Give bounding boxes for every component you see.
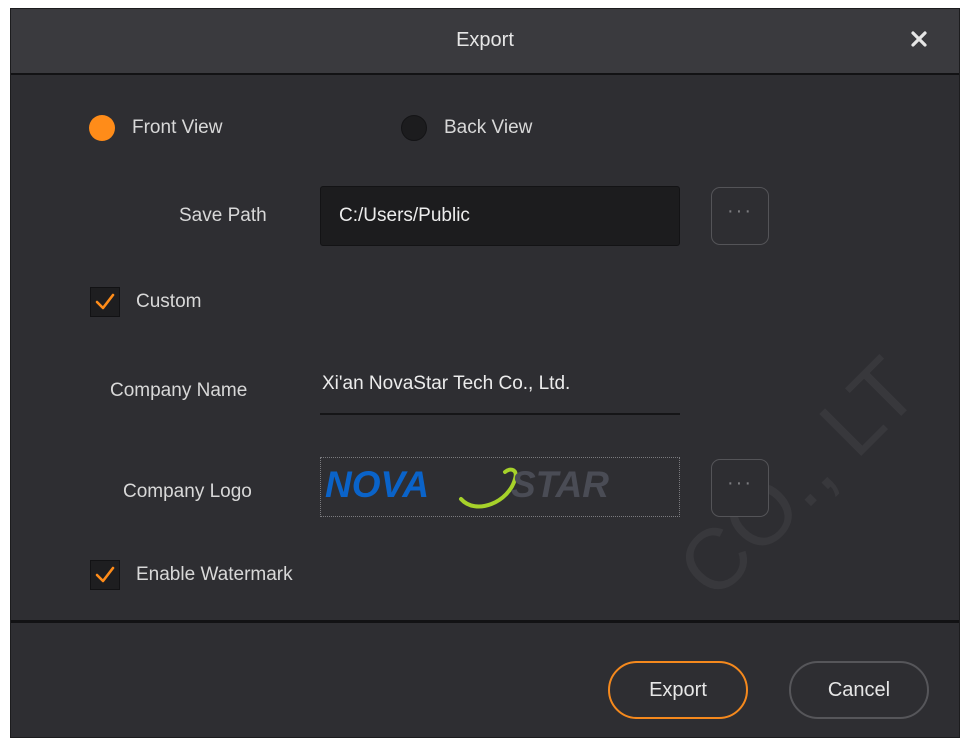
save-path-input[interactable]: C:/Users/Public bbox=[320, 186, 680, 246]
close-button[interactable] bbox=[905, 25, 933, 53]
enable-watermark-label: Enable Watermark bbox=[136, 564, 293, 585]
save-path-label: Save Path bbox=[179, 205, 267, 226]
save-path-browse-button[interactable]: ··· bbox=[711, 187, 769, 245]
save-path-value: C:/Users/Public bbox=[339, 205, 470, 226]
dialog-title: Export bbox=[456, 29, 514, 51]
custom-checkbox[interactable]: Custom bbox=[90, 286, 201, 318]
background-watermark: CO., LT bbox=[659, 340, 937, 617]
dialog-titlebar: Export bbox=[11, 9, 959, 75]
custom-label: Custom bbox=[136, 291, 202, 312]
company-logo-preview[interactable]: NOVA STAR bbox=[320, 457, 680, 517]
company-name-input[interactable]: Xi'an NovaStar Tech Co., Ltd. bbox=[320, 373, 680, 415]
company-logo-label: Company Logo bbox=[123, 481, 252, 502]
footer-divider bbox=[11, 620, 959, 623]
novastar-logo: NOVA STAR bbox=[325, 464, 609, 509]
front-view-radio[interactable]: Front View bbox=[89, 113, 222, 143]
checkmark-icon bbox=[95, 293, 115, 310]
cancel-button[interactable]: Cancel bbox=[789, 661, 929, 719]
back-view-label: Back View bbox=[444, 117, 533, 138]
svg-text:STAR: STAR bbox=[511, 464, 609, 505]
close-icon bbox=[911, 31, 927, 47]
enable-watermark-checkbox[interactable]: Enable Watermark bbox=[90, 559, 293, 591]
svg-text:NOVA: NOVA bbox=[325, 464, 429, 505]
back-view-radio[interactable]: Back View bbox=[401, 113, 532, 143]
checkmark-icon bbox=[95, 566, 115, 583]
export-dialog: CO., LT Export Front View Back View Save… bbox=[10, 8, 960, 738]
export-button[interactable]: Export bbox=[608, 661, 748, 719]
company-name-label: Company Name bbox=[110, 380, 248, 401]
radio-selected-icon bbox=[89, 115, 115, 141]
ellipsis-icon: ··· bbox=[727, 472, 753, 494]
ellipsis-icon: ··· bbox=[727, 200, 753, 222]
checkbox-box bbox=[90, 287, 120, 317]
company-logo-browse-button[interactable]: ··· bbox=[711, 459, 769, 517]
radio-unselected-icon bbox=[401, 115, 427, 141]
front-view-label: Front View bbox=[132, 117, 223, 138]
company-name-value: Xi'an NovaStar Tech Co., Ltd. bbox=[322, 373, 571, 394]
checkbox-box bbox=[90, 560, 120, 590]
